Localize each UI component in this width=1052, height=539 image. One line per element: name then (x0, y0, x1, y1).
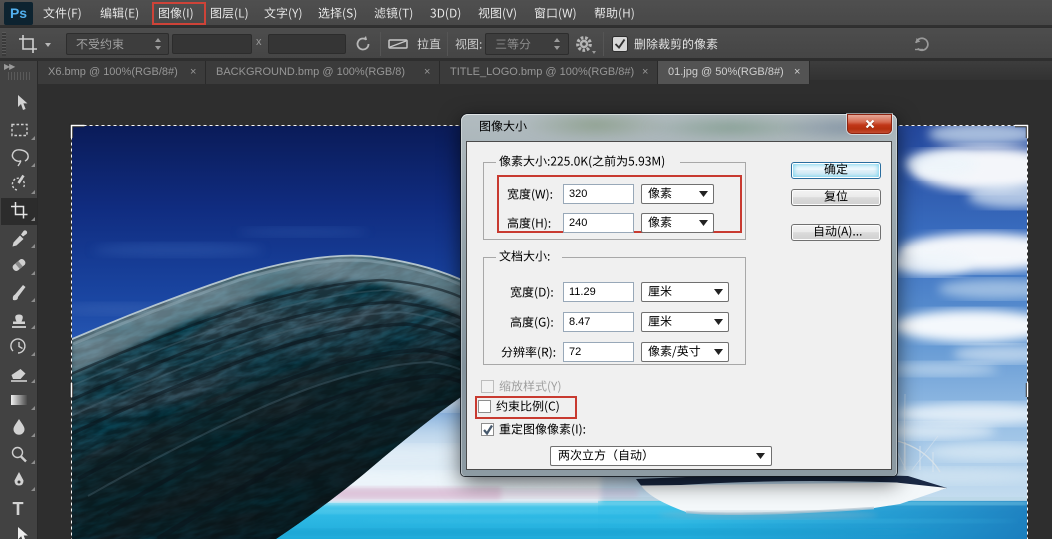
svg-text:T: T (13, 499, 24, 519)
